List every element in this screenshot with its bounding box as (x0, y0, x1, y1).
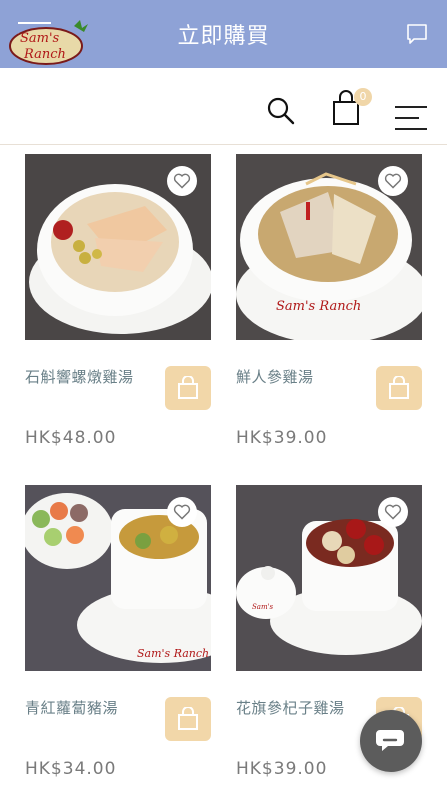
product-card[interactable]: Sam's Ranch 鮮人參雞湯 HK$39.00 (236, 154, 422, 464)
shopping-bag-icon (178, 707, 198, 730)
message-icon[interactable] (405, 22, 429, 46)
heart-icon (384, 504, 402, 520)
svg-text:Sam's Ranch: Sam's Ranch (137, 647, 209, 660)
add-to-cart-button[interactable] (165, 366, 211, 410)
chat-button[interactable] (360, 710, 422, 772)
product-card[interactable]: 石斛響螺燉雞湯 HK$48.00 (25, 154, 211, 464)
add-to-cart-button[interactable] (376, 366, 422, 410)
search-icon[interactable] (266, 96, 296, 126)
svg-text:Sam's: Sam's (252, 603, 274, 611)
wishlist-button[interactable] (167, 166, 197, 196)
store-header (0, 68, 447, 145)
heart-icon (173, 173, 191, 189)
svg-text:Sam's: Sam's (20, 31, 60, 46)
product-price: HK$39.00 (236, 428, 328, 448)
heart-icon (173, 504, 191, 520)
cart-count-badge: 0 (354, 88, 372, 106)
product-card[interactable]: Sam's Ranch 青紅蘿蔔豬湯 HK$34.00 (25, 485, 211, 795)
chat-bubbles-icon (376, 730, 404, 751)
svg-text:Ranch: Ranch (23, 47, 66, 62)
product-name[interactable]: 石斛響螺燉雞湯 (25, 366, 134, 387)
product-price: HK$48.00 (25, 428, 117, 448)
heart-icon (384, 173, 402, 189)
brand-logo[interactable]: Sam's Ranch (8, 18, 90, 68)
svg-text:Sam's Ranch: Sam's Ranch (276, 299, 361, 314)
product-price: HK$34.00 (25, 759, 117, 779)
product-price: HK$39.00 (236, 759, 328, 779)
wishlist-button[interactable] (378, 497, 408, 527)
product-name[interactable]: 鮮人參雞湯 (236, 366, 314, 387)
wishlist-button[interactable] (378, 166, 408, 196)
shopping-bag-icon (389, 376, 409, 399)
wishlist-button[interactable] (167, 497, 197, 527)
shopping-bag-icon (178, 376, 198, 399)
menu-icon[interactable] (395, 106, 427, 130)
product-name[interactable]: 青紅蘿蔔豬湯 (25, 697, 118, 718)
add-to-cart-button[interactable] (165, 697, 211, 741)
product-name[interactable]: 花旗參杞子雞湯 (236, 697, 345, 718)
